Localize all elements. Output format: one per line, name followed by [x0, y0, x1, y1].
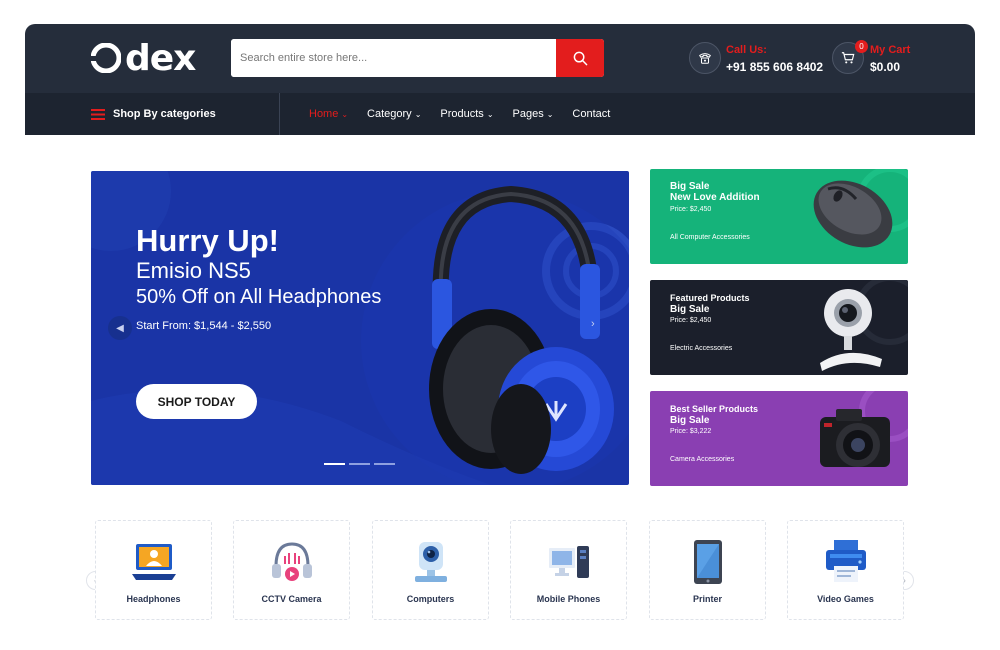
nav-divider [279, 93, 280, 135]
banner-title: Big Sale [670, 304, 710, 315]
slider-next-button[interactable]: › [591, 318, 595, 330]
chevron-down-icon: ⌄ [546, 109, 554, 119]
nav-item-label: Home [309, 108, 339, 120]
call-number[interactable]: +91 855 606 8402 [726, 60, 823, 74]
tablet-icon [694, 540, 722, 584]
banner-price: Price: $3,222 [670, 428, 712, 435]
category-label: Mobile Phones [536, 594, 601, 604]
nav-item-label: Contact [572, 108, 611, 120]
search-input[interactable] [231, 39, 556, 77]
search-bar [231, 39, 604, 77]
hero-title: Hurry Up! [136, 223, 279, 258]
nav-item-label: Products [440, 108, 484, 120]
hero-price-range: Start From: $1,544 - $2,550 [136, 320, 272, 332]
printer-icon [826, 540, 866, 582]
hamburger-menu-icon [91, 108, 105, 120]
chevron-down-icon: ⌄ [341, 109, 349, 119]
banner-price: Price: $2,450 [670, 317, 712, 324]
cart-count-badge: 0 [855, 40, 868, 53]
laptop-user-icon [132, 544, 176, 580]
webcam-icon [415, 542, 447, 582]
categories-label: Shop By categories [113, 108, 216, 120]
category-label: Computers [406, 594, 455, 604]
category-card-cctv-camera[interactable]: CCTV Camera [233, 520, 350, 620]
main-navbar: Shop By categories Home ⌄ Category ⌄ Pro… [25, 93, 975, 135]
category-card-headphones[interactable]: Headphones [95, 520, 212, 620]
nav-item-pages[interactable]: Pages ⌄ [513, 108, 554, 120]
category-label: Printer [692, 594, 722, 604]
banner-subtitle: All Computer Accessories [670, 234, 750, 241]
banner-tag: Featured Products [670, 293, 750, 303]
camera-image [820, 409, 890, 467]
slider-dot[interactable] [324, 463, 345, 465]
slider-dot[interactable] [349, 463, 370, 465]
chevron-down-icon: ⌄ [486, 109, 494, 119]
category-label: Headphones [126, 594, 181, 604]
shop-today-button[interactable]: SHOP TODAY [136, 384, 257, 419]
category-card-mobile-phones[interactable]: Mobile Phones [510, 520, 627, 620]
cart-label[interactable]: My Cart [870, 44, 910, 56]
nav-item-contact[interactable]: Contact [572, 108, 610, 120]
phone-icon [699, 53, 711, 64]
category-card-printer[interactable]: Printer [649, 520, 766, 620]
mouse-image [813, 180, 893, 248]
nav-item-home[interactable]: Home ⌄ [309, 108, 348, 120]
nav-item-category[interactable]: Category ⌄ [367, 108, 421, 120]
cart-total: $0.00 [870, 60, 901, 74]
shop-by-categories-toggle[interactable]: Shop By categories [91, 93, 216, 135]
banner-price: Price: $2,450 [670, 206, 712, 213]
banner-subtitle: Electric Accessories [670, 345, 733, 352]
desktop-computer-icon [549, 546, 589, 578]
nav-item-products[interactable]: Products ⌄ [440, 108, 493, 120]
nav-links: Home ⌄ Category ⌄ Products ⌄ Pages ⌄ Con… [309, 93, 629, 135]
banner-electric-accessories[interactable]: Featured Products Big Sale Price: $2,450… [650, 280, 908, 375]
slider-prev-button[interactable]: ◀ [108, 316, 132, 340]
slider-dots [324, 463, 395, 465]
search-icon [573, 51, 587, 65]
banner-tag: Best Seller Products [670, 404, 759, 414]
banner-title: New Love Addition [670, 192, 760, 203]
hero-slider: Hurry Up! Emisio NS5 50% Off on All Head… [91, 171, 629, 485]
header-topbar: dex Call Us: +91 855 606 8402 [25, 24, 975, 93]
chevron-left-icon: ◀ [116, 322, 124, 334]
banner-computer-accessories[interactable]: Big Sale New Love Addition Price: $2,450… [650, 169, 908, 264]
nav-item-label: Pages [512, 108, 544, 120]
hero-offer: 50% Off on All Headphones [136, 286, 382, 308]
category-card-computers[interactable]: Computers [372, 520, 489, 620]
site-logo[interactable]: dex [91, 37, 196, 79]
logo-text: dex [125, 37, 196, 79]
chevron-down-icon: ⌄ [414, 109, 422, 119]
banner-title: Big Sale [670, 415, 710, 426]
banner-camera-accessories[interactable]: Best Seller Products Big Sale Price: $3,… [650, 391, 908, 486]
category-label: Video Games [817, 594, 874, 604]
hero-subtitle: Emisio NS5 [136, 258, 251, 283]
call-label: Call Us: [726, 44, 767, 56]
search-button[interactable] [556, 39, 604, 77]
site-header: dex Call Us: +91 855 606 8402 [25, 24, 975, 135]
chevron-right-icon: › [591, 318, 595, 330]
banner-subtitle: Camera Accessories [670, 456, 735, 463]
category-card-video-games[interactable]: Video Games [787, 520, 904, 620]
category-label: CCTV Camera [261, 594, 322, 604]
slider-dot[interactable] [374, 463, 395, 465]
nav-item-label: Category [367, 108, 412, 120]
headphones-play-icon [272, 542, 312, 581]
webcam-image [820, 289, 882, 371]
logo-mark-icon [91, 43, 121, 73]
headphones-image [429, 185, 614, 474]
banner-tag: Big Sale [670, 181, 710, 192]
phone-button[interactable] [689, 42, 721, 74]
cart-icon [841, 52, 855, 64]
